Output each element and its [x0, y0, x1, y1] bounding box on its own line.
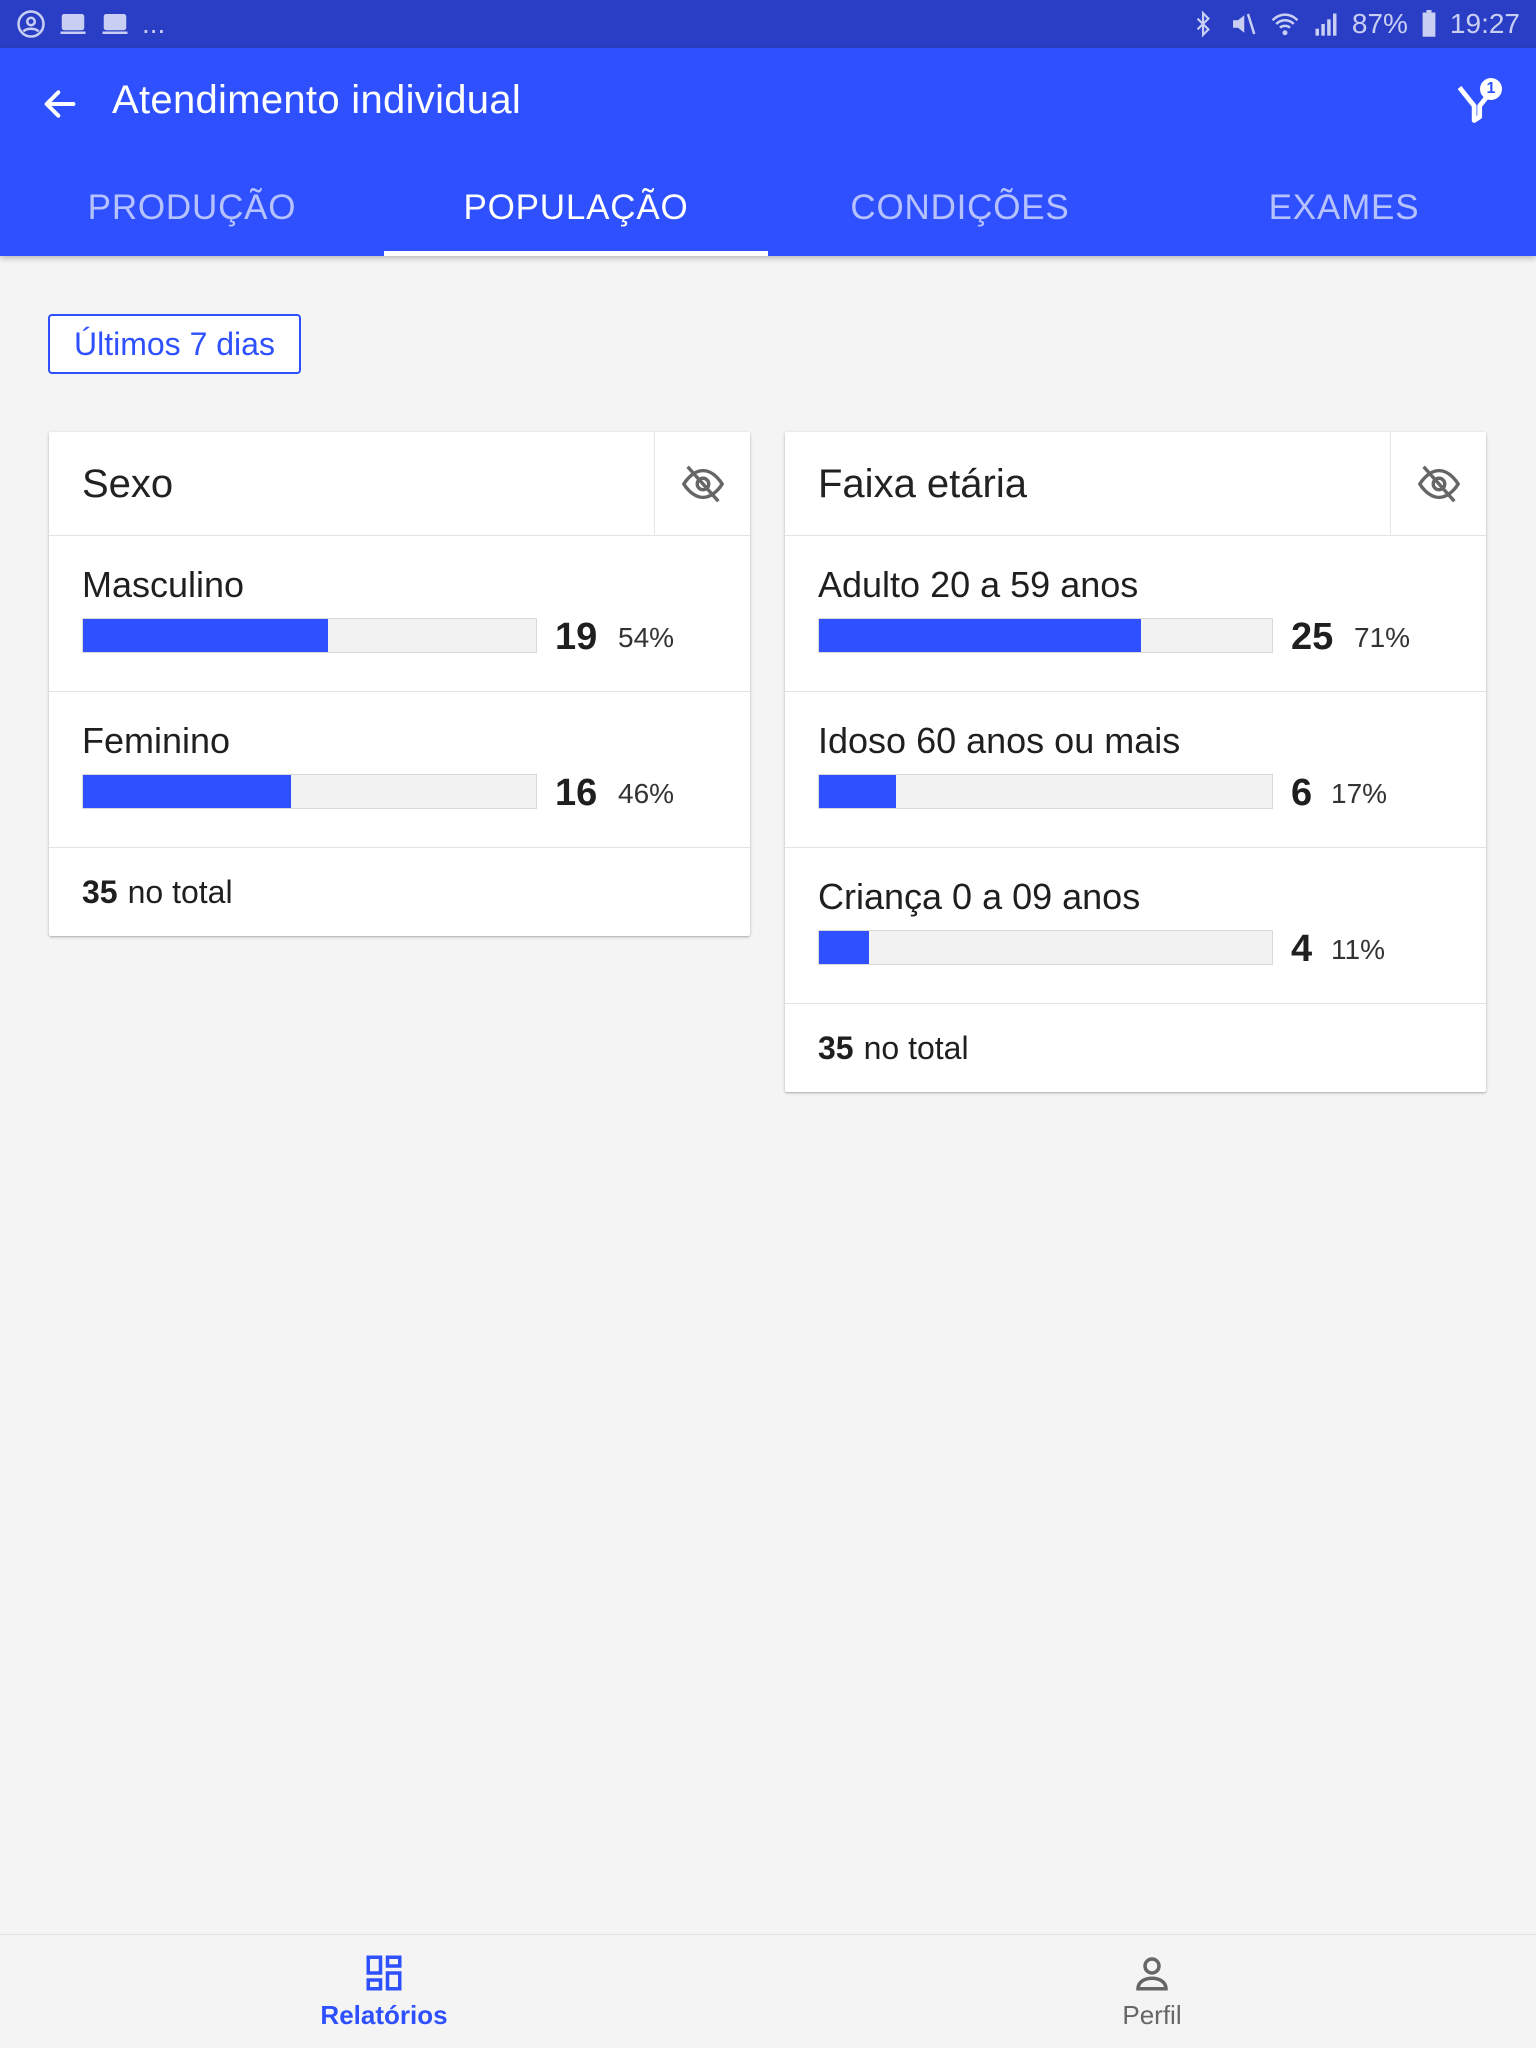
row-percent: 54% [618, 622, 675, 653]
card-header: Faixa etária [785, 432, 1486, 536]
account-circle-icon [16, 9, 46, 39]
filter-count-badge: 1 [1480, 78, 1502, 100]
card-total: 35 no total [785, 1004, 1486, 1092]
card-header: Sexo [49, 432, 750, 536]
wifi-icon [1270, 9, 1300, 39]
row-count: 16 [555, 772, 598, 814]
card-title: Faixa etária [818, 462, 1027, 506]
nav-label: Relatórios [320, 2000, 448, 2030]
sexo-row-masculino: Masculino 19 54% [49, 536, 750, 692]
person-icon [1136, 1957, 1168, 1991]
app-bar-top: Atendimento individual 1 [0, 48, 1536, 160]
row-label: Adulto 20 a 59 anos [818, 564, 1139, 605]
status-right: 87% 19:27 [1190, 8, 1520, 40]
status-left: ... [16, 8, 165, 40]
progress-bar [818, 930, 1273, 965]
nav-label: Perfil [1122, 2000, 1182, 2030]
tab-producao[interactable]: PRODUÇÃO [0, 160, 384, 256]
row-percent: 11% [1331, 934, 1385, 965]
hide-card-button[interactable] [1390, 432, 1486, 536]
progress-bar [82, 618, 537, 653]
progress-bar-fill [83, 775, 292, 808]
row-label: Feminino [82, 720, 231, 761]
signal-icon [1312, 10, 1340, 38]
nav-perfil[interactable]: Perfil [768, 1935, 1536, 2048]
row-percent: 17% [1331, 778, 1388, 809]
faixa-etaria-card: Faixa etária Adulto 20 a 59 anos 25 71% … [785, 432, 1486, 1092]
mute-icon [1228, 9, 1258, 39]
row-count: 4 [1291, 928, 1313, 970]
progress-bar-fill [819, 619, 1141, 652]
progress-bar [818, 774, 1273, 809]
more-notifications-indicator: ... [142, 8, 166, 39]
row-count: 19 [555, 616, 598, 658]
progress-bar-fill [819, 775, 896, 808]
row-percent: 71% [1354, 622, 1411, 653]
row-count: 6 [1291, 772, 1313, 814]
faixa-row-crianca: Criança 0 a 09 anos 4 11% [785, 848, 1486, 1004]
tab-populacao[interactable]: POPULAÇÃO [384, 160, 768, 256]
visibility-off-icon [1417, 465, 1460, 503]
total-label: no total [127, 873, 233, 910]
tab-exames[interactable]: EXAMES [1152, 160, 1536, 256]
visibility-off-icon [681, 465, 724, 503]
tab-bar: PRODUÇÃO POPULAÇÃO CONDIÇÕES EXAMES [0, 160, 1536, 256]
progress-bar [82, 774, 537, 809]
back-button[interactable] [32, 76, 88, 132]
tab-condicoes[interactable]: CONDIÇÕES [768, 160, 1152, 256]
row-count: 25 [1291, 616, 1334, 658]
hide-card-button[interactable] [654, 432, 750, 536]
row-label: Idoso 60 anos ou mais [818, 720, 1181, 761]
progress-bar [818, 618, 1273, 653]
battery-icon [1420, 10, 1438, 38]
progress-bar-fill [819, 931, 869, 964]
page-title: Atendimento individual [112, 78, 522, 122]
nav-relatorios[interactable]: Relatórios [0, 1935, 768, 2048]
bluetooth-icon [1190, 9, 1216, 39]
total-label: no total [863, 1029, 969, 1066]
app-bar: Atendimento individual 1 PRODUÇÃO POPULA… [0, 48, 1536, 256]
period-filter-chip[interactable]: Últimos 7 dias [48, 314, 301, 374]
row-percent: 46% [618, 778, 675, 809]
card-total: 35 no total [49, 848, 750, 936]
status-bar: ... 87% 19:27 [0, 0, 1536, 48]
arrow-back-icon [44, 90, 76, 118]
bottom-navigation: Relatórios Perfil [0, 1934, 1536, 2048]
sexo-card: Sexo Masculino 19 54% Feminino 16 46% 35… [49, 432, 750, 936]
card-title: Sexo [82, 462, 174, 506]
faixa-row-idoso: Idoso 60 anos ou mais 6 17% [785, 692, 1486, 848]
app-notification-icon [100, 9, 130, 39]
battery-percent: 87% [1351, 8, 1408, 39]
row-label: Criança 0 a 09 anos [818, 876, 1141, 917]
clock: 19:27 [1449, 8, 1520, 39]
filter-button[interactable]: 1 [1444, 72, 1508, 136]
app-notification-icon [58, 9, 88, 39]
total-number: 35 [82, 873, 118, 910]
dashboard-icon [366, 1955, 402, 1991]
faixa-row-adulto: Adulto 20 a 59 anos 25 71% [785, 536, 1486, 692]
total-number: 35 [818, 1029, 854, 1066]
progress-bar-fill [83, 619, 328, 652]
row-label: Masculino [82, 564, 245, 605]
sexo-row-feminino: Feminino 16 46% [49, 692, 750, 848]
